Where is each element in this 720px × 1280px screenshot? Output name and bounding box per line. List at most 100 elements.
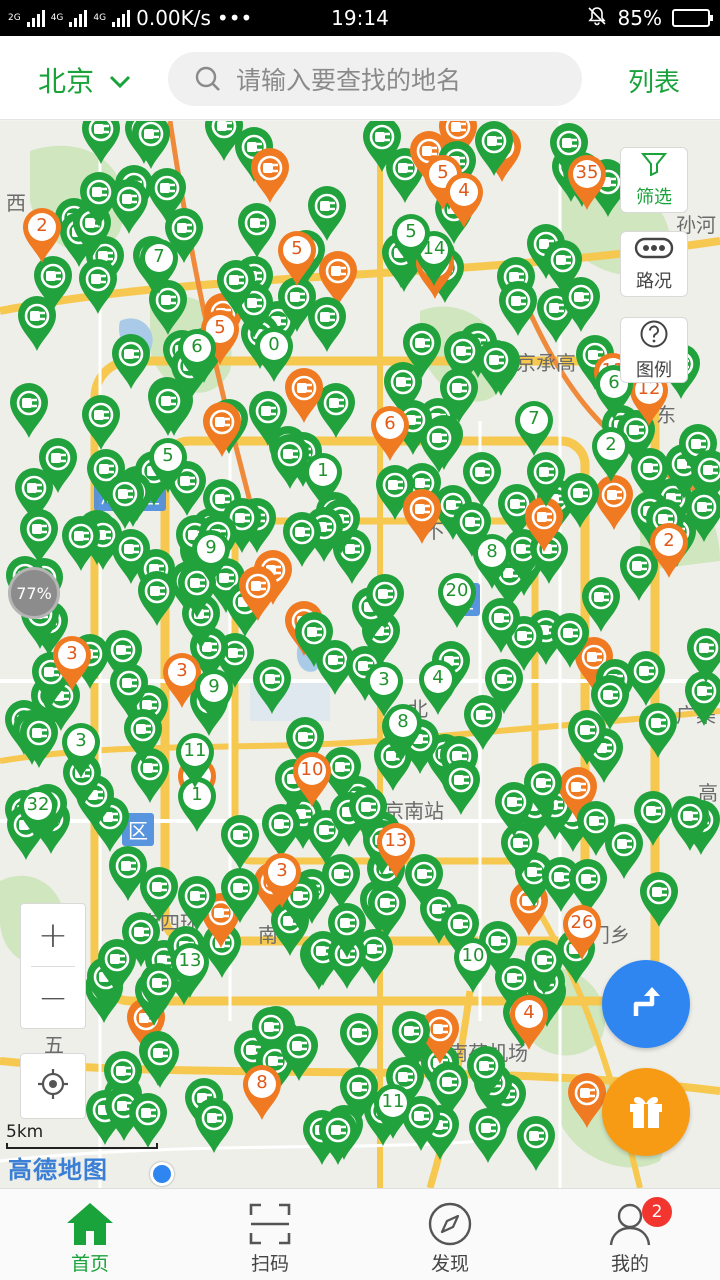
station-cluster-pin[interactable]: 8 [241, 1064, 283, 1122]
station-cluster-pin[interactable]: 10 [291, 751, 333, 809]
filter-button[interactable]: 筛选 [620, 147, 688, 213]
search-input[interactable]: 请输入要查找的地名 [168, 52, 582, 106]
charging-station-pin[interactable] [281, 511, 323, 569]
station-cluster-pin[interactable]: 4 [443, 172, 485, 230]
map-view[interactable]: 海淀区 区 区 京南站 北京南苑机场 南四环 广渠 孙河 不 京承高 五 南 门… [0, 121, 720, 1188]
tab-home[interactable]: 首页 [0, 1189, 180, 1280]
charging-station-pin[interactable] [108, 662, 150, 720]
charging-station-pin[interactable] [176, 875, 218, 933]
station-cluster-pin[interactable]: 11 [372, 1083, 414, 1141]
station-cluster-pin[interactable]: 2 [21, 207, 63, 265]
charging-station-pin[interactable] [364, 573, 406, 631]
charging-station-pin[interactable] [338, 1012, 380, 1070]
charging-station-pin[interactable] [120, 911, 162, 969]
charging-station-pin[interactable] [685, 627, 720, 685]
charging-station-pin[interactable] [130, 121, 172, 171]
station-cluster-pin[interactable]: 9 [190, 529, 232, 587]
station-cluster-pin[interactable]: 10 [452, 937, 494, 995]
station-cluster-pin[interactable]: 2 [590, 426, 632, 484]
charging-station-pin[interactable] [219, 814, 261, 872]
locate-button[interactable] [20, 1053, 86, 1119]
station-cluster-pin[interactable]: 7 [138, 238, 180, 296]
station-cluster-pin[interactable]: 4 [417, 659, 459, 717]
zoom-out-button[interactable]: − [21, 967, 85, 1029]
station-cluster-pin[interactable]: 3 [261, 852, 303, 910]
charging-station-pin[interactable] [80, 394, 122, 452]
station-cluster-pin[interactable]: 2 [648, 522, 690, 580]
charging-station-pin[interactable] [638, 871, 680, 929]
charging-station-pin[interactable] [566, 1072, 608, 1130]
station-cluster-pin[interactable]: 8 [471, 533, 513, 591]
charging-station-pin[interactable] [401, 322, 443, 380]
charging-station-pin[interactable] [80, 121, 122, 166]
charging-station-pin[interactable] [147, 380, 189, 438]
station-cluster-pin[interactable]: 35 [566, 154, 608, 212]
station-cluster-pin[interactable]: 3 [51, 635, 93, 693]
charging-station-pin[interactable] [60, 515, 102, 573]
charging-station-pin[interactable] [669, 795, 711, 853]
traffic-button[interactable]: 路况 [620, 231, 688, 297]
charging-station-pin[interactable] [549, 612, 591, 670]
list-button[interactable]: 列表 [628, 62, 680, 99]
charging-station-pin[interactable] [219, 867, 261, 925]
station-cluster-pin[interactable]: 4 [508, 994, 550, 1052]
station-cluster-pin[interactable]: 13 [169, 942, 211, 1000]
station-cluster-pin[interactable]: 3 [60, 722, 102, 780]
charging-station-pin[interactable] [306, 296, 348, 354]
station-cluster-pin[interactable]: 11 [174, 732, 216, 790]
charging-station-pin[interactable] [110, 528, 152, 586]
charging-station-pin[interactable] [251, 658, 293, 716]
charging-station-pin[interactable] [566, 709, 608, 767]
station-cluster-pin[interactable]: 32 [17, 786, 59, 844]
legend-button[interactable]: 图例 [620, 317, 688, 383]
charging-station-pin[interactable] [8, 382, 50, 440]
charging-station-pin[interactable] [475, 339, 517, 397]
station-cluster-pin[interactable]: 5 [276, 230, 318, 288]
tab-scan[interactable]: 扫码 [180, 1189, 360, 1280]
charging-station-pin[interactable] [483, 658, 525, 716]
station-cluster-pin[interactable]: 0 [253, 326, 295, 384]
charging-station-pin[interactable] [575, 800, 617, 858]
charging-station-pin[interactable] [293, 611, 335, 669]
charging-station-pin[interactable] [104, 473, 146, 531]
station-cluster-pin[interactable]: 6 [176, 328, 218, 386]
charging-station-pin[interactable] [440, 759, 482, 817]
charging-station-pin[interactable] [37, 437, 79, 495]
charging-station-pin[interactable] [193, 1097, 235, 1155]
charging-station-pin[interactable] [361, 121, 403, 174]
charging-station-pin[interactable] [237, 565, 279, 623]
charging-station-pin[interactable] [473, 121, 515, 178]
charging-station-pin[interactable] [320, 853, 362, 911]
station-cluster-pin[interactable]: 13 [375, 822, 417, 880]
charging-station-pin[interactable] [465, 1045, 507, 1103]
station-cluster-pin[interactable]: 6 [369, 405, 411, 463]
charging-station-pin[interactable] [497, 280, 539, 338]
charging-station-pin[interactable] [625, 650, 667, 708]
charging-station-pin[interactable] [390, 1010, 432, 1068]
charging-station-pin[interactable] [203, 121, 245, 163]
charging-station-pin[interactable] [249, 147, 291, 205]
charging-station-pin[interactable] [77, 258, 119, 316]
charging-station-pin[interactable] [139, 1032, 181, 1090]
route-button[interactable] [602, 960, 690, 1048]
charging-station-pin[interactable] [201, 401, 243, 459]
city-selector[interactable]: 北京 [38, 60, 132, 100]
zoom-in-button[interactable]: + [21, 904, 85, 966]
charging-station-pin[interactable] [560, 276, 602, 334]
station-cluster-pin[interactable]: 3 [363, 661, 405, 719]
charging-station-pin[interactable] [428, 1061, 470, 1119]
station-cluster-pin[interactable]: 1 [302, 452, 344, 510]
charging-station-pin[interactable] [525, 451, 567, 509]
charging-station-pin[interactable] [637, 702, 679, 760]
charging-station-pin[interactable] [401, 488, 443, 546]
charging-station-pin[interactable] [418, 417, 460, 475]
charging-station-pin[interactable] [480, 597, 522, 655]
charging-station-pin[interactable] [493, 781, 535, 839]
tab-discover[interactable]: 发现 [360, 1189, 540, 1280]
station-cluster-pin[interactable]: 9 [193, 668, 235, 726]
charging-station-pin[interactable] [78, 171, 120, 229]
station-cluster-pin[interactable]: 5 [390, 213, 432, 271]
station-cluster-pin[interactable]: 26 [561, 904, 603, 962]
charging-station-pin[interactable] [366, 882, 408, 940]
tab-mine[interactable]: 我的 2 [540, 1189, 720, 1280]
